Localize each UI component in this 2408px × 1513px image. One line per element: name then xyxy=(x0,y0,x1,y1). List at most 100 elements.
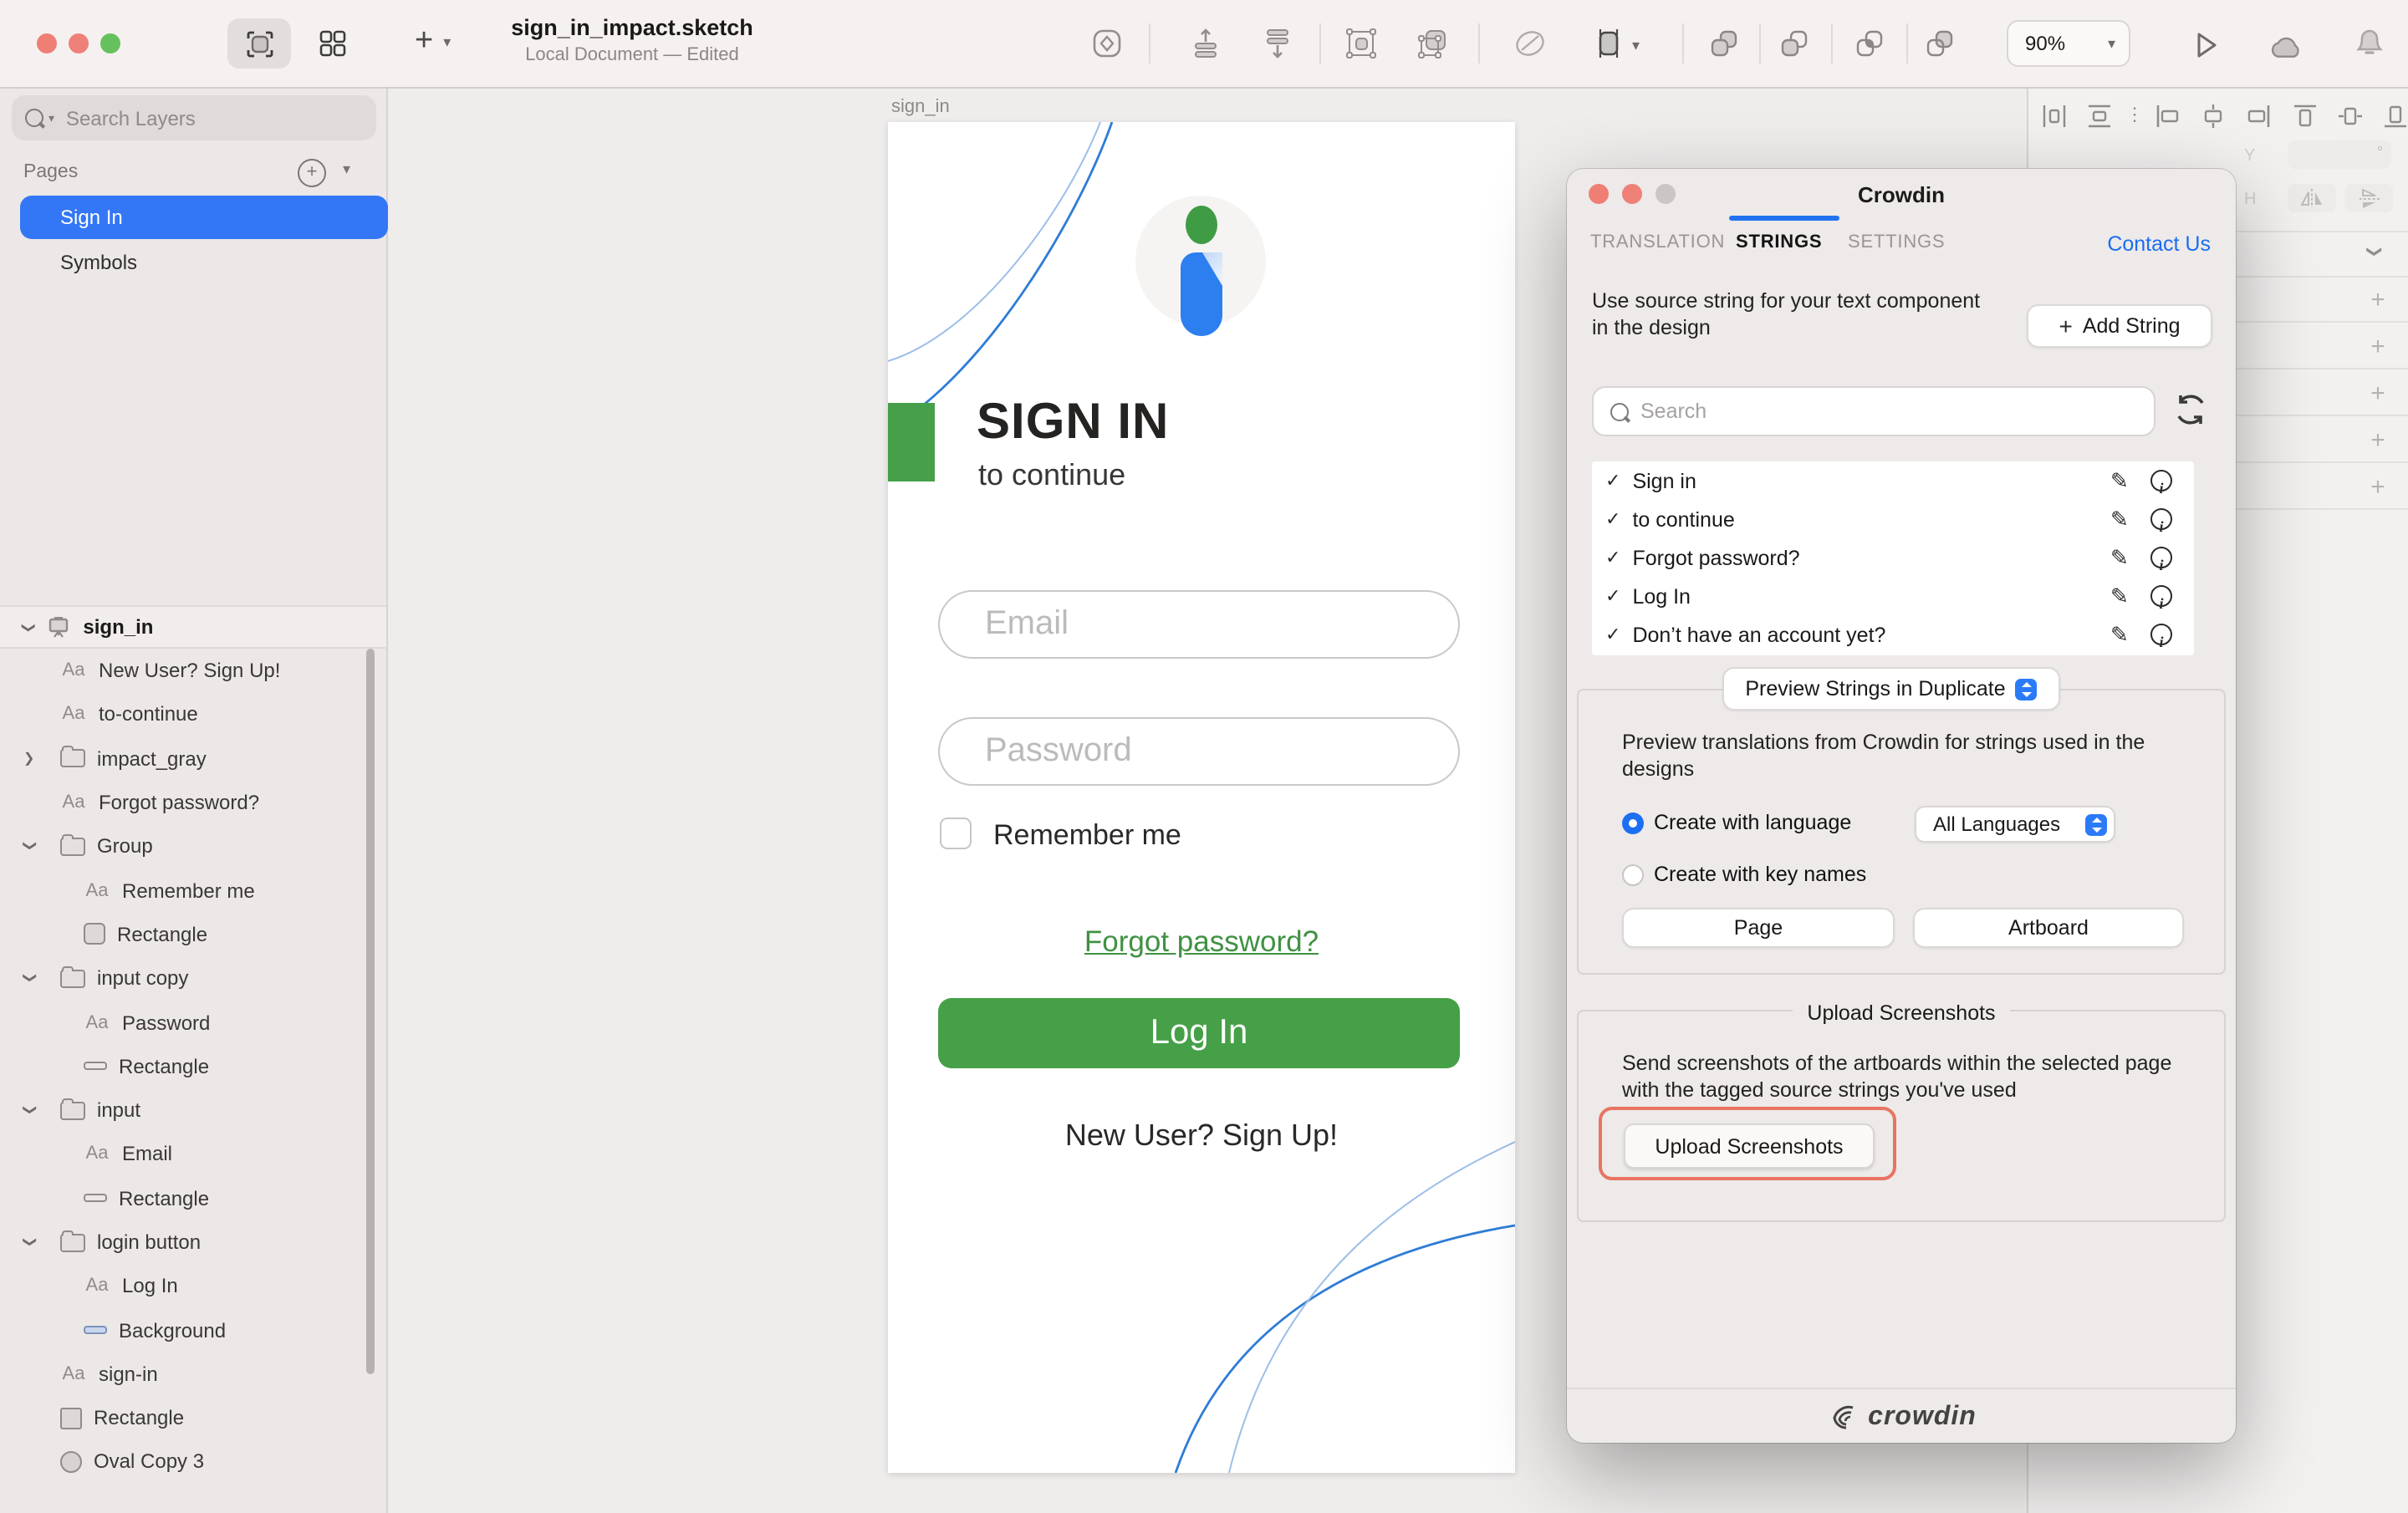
create-with-key-names-radio[interactable] xyxy=(1622,864,1644,886)
language-dropdown[interactable]: All Languages xyxy=(1915,806,2115,843)
remember-me-checkbox[interactable] xyxy=(940,818,971,848)
view-canvas-button[interactable] xyxy=(227,18,291,69)
layer-row[interactable]: ❯ Remember me xyxy=(0,869,386,913)
add-shadow-icon[interactable]: + xyxy=(2365,426,2391,455)
layer-row[interactable]: ❯ Rectangle xyxy=(0,1044,386,1088)
align-left-icon[interactable] xyxy=(2155,104,2181,129)
layer-chevron-icon[interactable]: ❯ xyxy=(23,751,37,766)
fullscreen-button[interactable] xyxy=(100,33,120,53)
close-button[interactable] xyxy=(37,33,57,53)
signup-text[interactable]: New User? Sign Up! xyxy=(888,1118,1515,1154)
preview-legend-dropdown[interactable]: Preview Strings in Duplicate xyxy=(1722,667,2060,711)
flip-vertical-button[interactable] xyxy=(2344,184,2393,212)
group-icon[interactable] xyxy=(1344,27,1378,60)
edit-pencil-icon[interactable]: ✎ xyxy=(2110,622,2129,649)
layer-row[interactable]: ❯ Oval Copy 3 xyxy=(0,1440,386,1485)
preview-play-icon[interactable] xyxy=(2189,28,2222,62)
refresh-icon[interactable] xyxy=(2172,391,2209,428)
more-distribute-options-icon[interactable]: ⋮ xyxy=(2125,104,2144,125)
layer-row[interactable]: ❯ Password xyxy=(0,1001,386,1045)
edit-pencil-icon[interactable]: ✎ xyxy=(2110,583,2129,610)
upload-screenshots-button[interactable]: Upload Screenshots xyxy=(1624,1123,1875,1169)
boolean-intersect-icon[interactable] xyxy=(1853,27,1886,60)
edit-pencil-icon[interactable]: ✎ xyxy=(2110,506,2129,532)
align-right-icon[interactable] xyxy=(2246,104,2271,129)
align-top-icon[interactable] xyxy=(2293,104,2318,129)
artboard-button[interactable]: Artboard xyxy=(1913,908,2184,948)
distribute-vertically-icon[interactable] xyxy=(2087,104,2112,129)
layer-row[interactable]: ❯ Rectangle xyxy=(0,913,386,957)
layer-row[interactable]: ❯ Log In xyxy=(0,1264,386,1308)
section-chevron-icon[interactable]: ❯ xyxy=(2365,245,2384,257)
contact-us-link[interactable]: Contact Us xyxy=(1567,232,2211,256)
info-icon[interactable] xyxy=(2150,547,2172,568)
layer-row[interactable]: ❯ sign-in xyxy=(0,1353,386,1397)
layer-row[interactable]: ❯ input copy xyxy=(0,956,386,1001)
email-field[interactable]: Email xyxy=(938,590,1460,659)
align-center-vertical-icon[interactable] xyxy=(2338,104,2363,129)
info-icon[interactable] xyxy=(2150,586,2172,608)
layer-row[interactable]: ❯ login button xyxy=(0,1220,386,1265)
add-string-button[interactable]: + Add String xyxy=(2027,304,2212,348)
string-row[interactable]: ✓ Sign in ✎ xyxy=(1592,461,2194,500)
layer-row[interactable]: ❯ Background xyxy=(0,1308,386,1353)
layer-chevron-icon[interactable]: ❯ xyxy=(23,971,38,985)
ungroup-icon[interactable] xyxy=(1416,27,1450,60)
add-fill-icon[interactable]: + xyxy=(2365,333,2391,361)
login-button[interactable]: Log In xyxy=(938,998,1460,1068)
distribute-vertical-icon[interactable] xyxy=(1189,27,1222,60)
string-row[interactable]: ✓ Don’t have an account yet? ✎ xyxy=(1592,616,2194,655)
boolean-union-icon[interactable] xyxy=(1707,27,1741,60)
distribute-horizontally-icon[interactable] xyxy=(2042,104,2067,129)
add-border-icon[interactable]: + xyxy=(2365,380,2391,408)
rotation-field[interactable]: ° xyxy=(2288,140,2391,169)
layer-chevron-icon[interactable]: ❯ xyxy=(23,1103,38,1117)
insert-shape-icon[interactable] xyxy=(1090,27,1124,60)
tidy-icon[interactable] xyxy=(1261,27,1294,60)
page-row[interactable]: Sign In xyxy=(20,196,388,239)
search-layers-input[interactable]: ▾ Search Layers xyxy=(12,95,376,140)
boolean-subtract-icon[interactable] xyxy=(1778,27,1811,60)
zoom-select[interactable]: 90% ▾ xyxy=(2007,20,2130,67)
chevron-down-icon[interactable]: ▾ xyxy=(343,160,350,179)
view-grid-button[interactable] xyxy=(304,18,361,69)
strings-search-input[interactable]: Search xyxy=(1592,386,2155,436)
layer-row[interactable]: ❯ Rectangle xyxy=(0,1176,386,1220)
sidebar-scrollbar[interactable] xyxy=(366,649,375,1374)
artboard-tree-header[interactable]: ❯ sign_in xyxy=(0,605,386,649)
boolean-difference-icon[interactable] xyxy=(1923,27,1956,60)
layer-row[interactable]: ❯ impact_gray xyxy=(0,736,386,781)
edit-pencil-icon[interactable]: ✎ xyxy=(2110,544,2129,571)
add-blur-icon[interactable]: + xyxy=(2365,473,2391,502)
create-with-language-radio[interactable] xyxy=(1622,813,1644,834)
string-row[interactable]: ✓ Forgot password? ✎ xyxy=(1592,538,2194,577)
layer-row[interactable]: ❯ Group xyxy=(0,824,386,869)
scale-icon[interactable] xyxy=(1592,27,1625,60)
align-bottom-icon[interactable] xyxy=(2383,104,2408,129)
info-icon[interactable] xyxy=(2150,470,2172,492)
cloud-sync-icon[interactable] xyxy=(2269,30,2303,64)
artboard[interactable]: SIGN IN to continue Email Password Remem… xyxy=(888,122,1515,1473)
minimize-button[interactable] xyxy=(69,33,89,53)
page-button[interactable]: Page xyxy=(1622,908,1895,948)
edit-pencil-icon[interactable]: ✎ xyxy=(2110,467,2129,494)
info-icon[interactable] xyxy=(2150,624,2172,646)
info-icon[interactable] xyxy=(2150,508,2172,530)
page-row[interactable]: Symbols xyxy=(20,241,388,284)
chevron-down-icon[interactable]: ❯ xyxy=(22,621,37,632)
layer-row[interactable]: ❯ New User? Sign Up! xyxy=(0,649,386,693)
dialog-titlebar[interactable]: Crowdin xyxy=(1567,169,2236,219)
layer-row[interactable]: ❯ to-continue xyxy=(0,693,386,737)
scale-chevron-icon[interactable]: ▾ xyxy=(1632,37,1640,55)
string-row[interactable]: ✓ Log In ✎ xyxy=(1592,578,2194,616)
layer-row[interactable]: ❯ Forgot password? xyxy=(0,781,386,825)
rotate-icon[interactable] xyxy=(1513,27,1547,60)
layer-chevron-icon[interactable]: ❯ xyxy=(23,840,38,853)
add-page-icon[interactable]: + xyxy=(298,159,326,187)
forgot-password-link[interactable]: Forgot password? xyxy=(888,925,1515,960)
layer-row[interactable]: ❯ Rectangle xyxy=(0,1396,386,1440)
password-field[interactable]: Password xyxy=(938,717,1460,786)
notifications-bell-icon[interactable] xyxy=(2353,27,2386,60)
artboard-canvas-label[interactable]: sign_in xyxy=(891,97,950,117)
add-style-icon[interactable]: + xyxy=(2365,286,2391,314)
